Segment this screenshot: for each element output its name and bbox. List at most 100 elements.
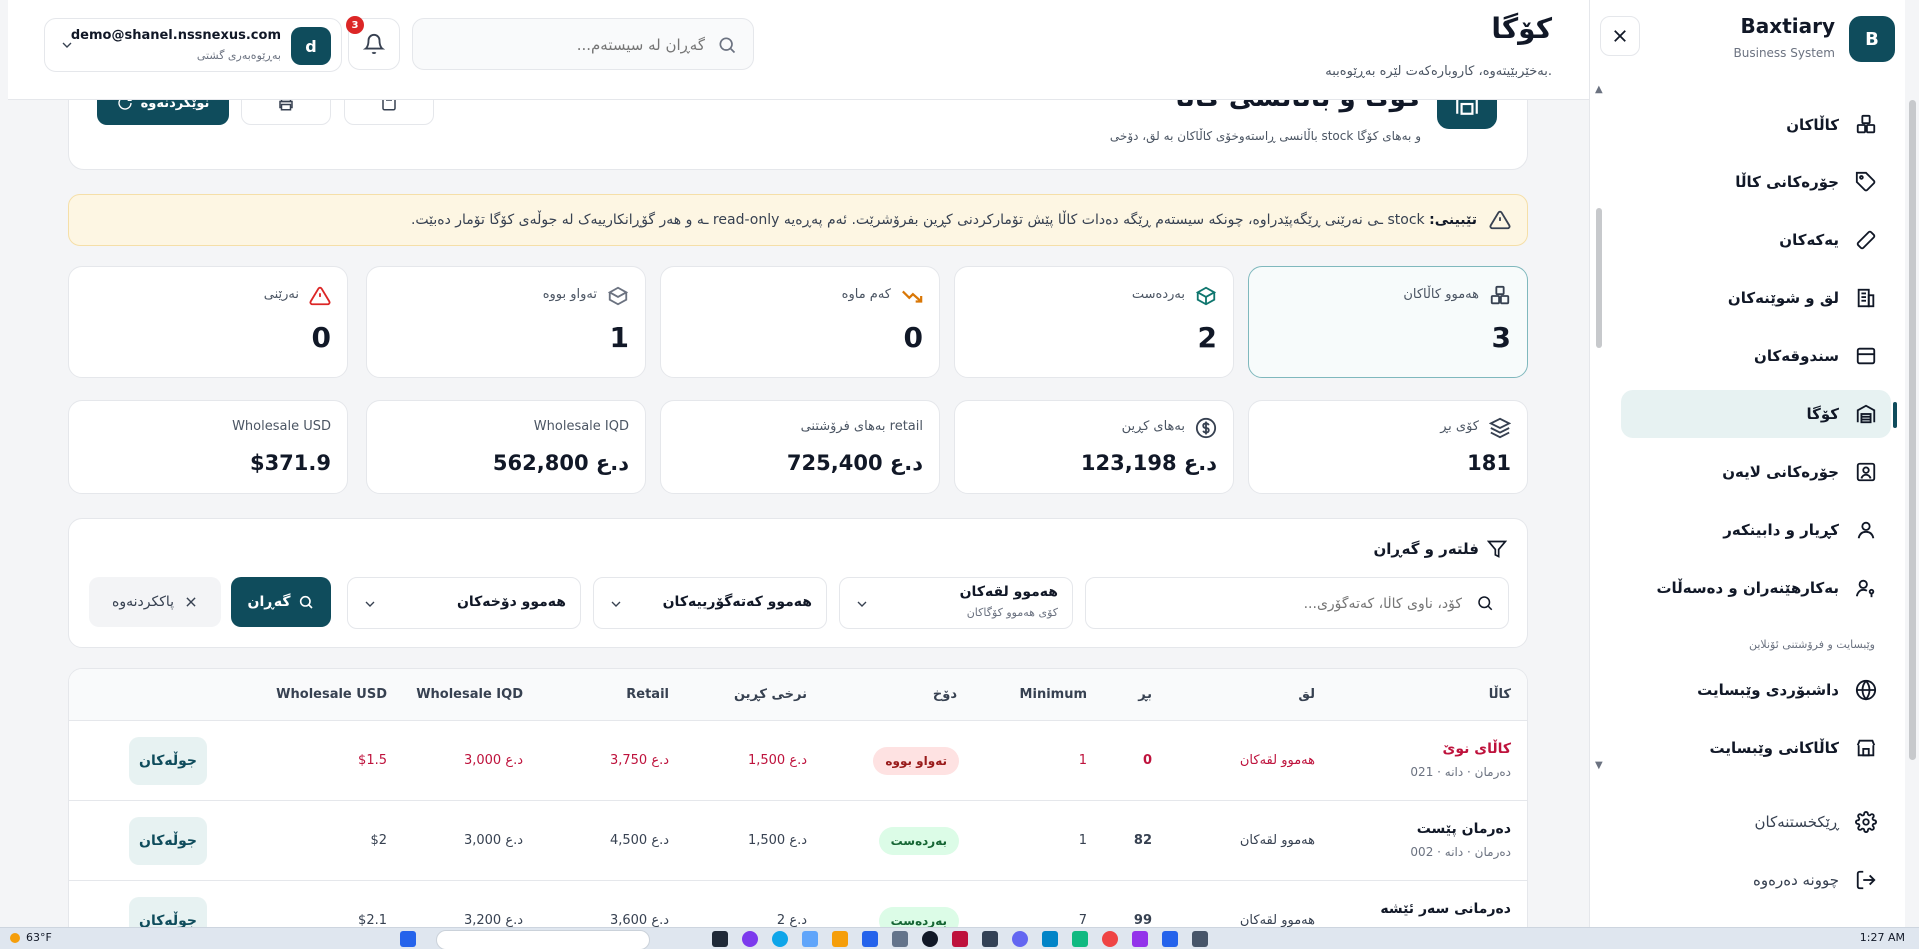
bell-icon bbox=[363, 33, 385, 55]
branch-cell: هەموو لقەکان bbox=[1239, 913, 1315, 928]
movements-button[interactable]: جوڵەکان bbox=[129, 817, 207, 865]
brand-logo: B bbox=[1849, 16, 1895, 62]
retail-cell: 3,750 د.ع bbox=[609, 753, 669, 768]
stat-label: Wholesale USD bbox=[232, 419, 331, 434]
sidebar-scrollbar[interactable]: ▲ ▼ bbox=[1594, 84, 1603, 771]
app-icon[interactable] bbox=[1192, 931, 1208, 947]
category-select-value: هەموو کەتەگۆرییەکان bbox=[662, 594, 812, 610]
taskbar-search[interactable] bbox=[436, 930, 650, 949]
app-icon[interactable] bbox=[892, 931, 908, 947]
product-search-input[interactable] bbox=[1102, 590, 1462, 618]
scroll-up-icon[interactable]: ▲ bbox=[1595, 84, 1603, 95]
stat-card-available[interactable]: بەردەست 2 bbox=[954, 266, 1234, 378]
sidebar-scrollbar-thumb[interactable] bbox=[1596, 208, 1602, 348]
minimum-cell: 1 bbox=[1078, 753, 1087, 768]
main-scrollbar-thumb[interactable] bbox=[1909, 100, 1916, 760]
sidebar-item-units[interactable]: یەکەکان bbox=[1621, 216, 1891, 264]
movements-button[interactable]: جوڵەکان bbox=[129, 737, 207, 785]
stat-card-all-products[interactable]: هەموو کاڵاکان 3 bbox=[1248, 266, 1528, 378]
sidebar-item-label: چوونە دەرەوە bbox=[1753, 871, 1839, 889]
global-search-input[interactable] bbox=[435, 31, 705, 59]
folder-icon[interactable] bbox=[832, 931, 848, 947]
search-button[interactable]: گەڕان bbox=[231, 577, 331, 627]
status-select[interactable]: هەموو دۆخەکان bbox=[347, 577, 581, 629]
windows-start-icon[interactable] bbox=[400, 931, 416, 947]
page-title: کۆگا bbox=[1491, 12, 1552, 45]
weather-widget[interactable]: 63°F bbox=[10, 931, 52, 944]
clock[interactable]: 1:27 AM bbox=[1860, 931, 1905, 944]
warehouse-icon bbox=[1853, 401, 1879, 427]
status-select-value: هەموو دۆخەکان bbox=[456, 594, 566, 610]
qty-cell: 0 bbox=[1142, 753, 1152, 768]
product-meta: 002 · دەرمان · دانە bbox=[1410, 845, 1511, 859]
stat-value: 123,198 د.ع bbox=[1080, 451, 1217, 475]
sidebar-item-label: داشبۆردی وێبسایت bbox=[1697, 681, 1839, 699]
app-icon[interactable] bbox=[952, 931, 968, 947]
app-icon[interactable] bbox=[1042, 931, 1058, 947]
stat-value: 2 bbox=[1197, 321, 1217, 354]
app-icon[interactable] bbox=[922, 931, 938, 947]
stat-label: هەموو کاڵاکان bbox=[1403, 287, 1479, 302]
product-name[interactable]: دەرمان پێست bbox=[1417, 821, 1511, 837]
sidebar-item-website-products[interactable]: کاڵاکانی وێبسایت bbox=[1621, 724, 1891, 772]
sidebar-item-categories[interactable]: جۆرەکانی کاڵا bbox=[1621, 158, 1891, 206]
brand-name: Baxtiary bbox=[1740, 14, 1835, 38]
app-icon[interactable] bbox=[982, 931, 998, 947]
app-icon[interactable] bbox=[1012, 931, 1028, 947]
status-badge: تەواو بووە bbox=[873, 747, 959, 775]
product-name[interactable]: کاڵای نوێ bbox=[1443, 741, 1511, 757]
close-sidebar-button[interactable] bbox=[1600, 16, 1640, 56]
stat-card-negative[interactable]: نەرێنی 0 bbox=[68, 266, 348, 378]
main-scrollbar[interactable] bbox=[1907, 100, 1919, 920]
sidebar-item-users[interactable]: بەکارهێنەران و دەسەڵات bbox=[1621, 564, 1891, 612]
sidebar-item-customers[interactable]: کڕیار و دابینکەر bbox=[1621, 506, 1891, 554]
sidebar-item-cashboxes[interactable]: سندوقەکان bbox=[1621, 332, 1891, 380]
notifications-badge: 3 bbox=[346, 16, 364, 34]
app-icon[interactable] bbox=[802, 931, 818, 947]
app-icon[interactable] bbox=[862, 931, 878, 947]
minimum-cell: 1 bbox=[1078, 833, 1087, 848]
app-icon[interactable] bbox=[712, 931, 728, 947]
sidebar-item-logout[interactable]: چوونە دەرەوە bbox=[1621, 856, 1891, 904]
sidebar-item-party-types[interactable]: جۆرەکانی لایەن bbox=[1621, 448, 1891, 496]
sidebar-item-label: یەکەکان bbox=[1779, 231, 1839, 249]
logout-icon bbox=[1853, 867, 1879, 893]
chevron-down-icon bbox=[362, 596, 378, 612]
sidebar-item-warehouse[interactable]: کۆگا bbox=[1621, 390, 1891, 438]
branch-select-sub: کۆی هەموو کۆگاکان bbox=[966, 606, 1058, 619]
stat-card-out-of-stock[interactable]: تەواو بووە 1 bbox=[366, 266, 646, 378]
sidebar-item-branches[interactable]: لق و شوێنەکان bbox=[1621, 274, 1891, 322]
brand-subtitle: Business System bbox=[1733, 46, 1835, 60]
active-indicator bbox=[1893, 402, 1897, 428]
product-name[interactable]: دەرمانی سەر ئێشە bbox=[1380, 901, 1511, 917]
branch-select[interactable]: هەموو لقەکان کۆی هەموو کۆگاکان bbox=[839, 577, 1073, 629]
alert-triangle-icon bbox=[309, 285, 331, 307]
sidebar-item-website-dashboard[interactable]: داشبۆردی وێبسایت bbox=[1621, 666, 1891, 714]
col-header-wholesale-iqd: Wholesale IQD bbox=[416, 687, 523, 702]
ruler-icon bbox=[1853, 227, 1879, 253]
reset-button[interactable]: پاککردنەوە bbox=[89, 577, 221, 627]
global-search[interactable] bbox=[412, 18, 754, 70]
wholesale-usd-cell: $2 bbox=[370, 833, 387, 848]
stat-card-retail-value: بەهای فرۆشتنی retail 725,400 د.ع bbox=[660, 400, 940, 494]
sidebar-item-products[interactable]: کاڵاکان bbox=[1621, 101, 1891, 149]
scroll-down-icon[interactable]: ▼ bbox=[1595, 760, 1603, 771]
chrome-icon[interactable] bbox=[1102, 931, 1118, 947]
retail-cell: 4,500 د.ع bbox=[609, 833, 669, 848]
app-icon[interactable] bbox=[1072, 931, 1088, 947]
users-key-icon bbox=[1853, 575, 1879, 601]
info-notice: تێبینی: stock ـی نەرێنی ڕێگەپێدراوە، چون… bbox=[68, 194, 1528, 246]
product-search[interactable] bbox=[1085, 577, 1509, 629]
qty-cell: 99 bbox=[1133, 913, 1152, 928]
cost-cell: 1,500 د.ع bbox=[747, 833, 807, 848]
app-icon[interactable] bbox=[742, 931, 758, 947]
os-taskbar: 63°F 1:27 AM bbox=[0, 927, 1919, 949]
app-icon[interactable] bbox=[1132, 931, 1148, 947]
category-select[interactable]: هەموو کەتەگۆرییەکان bbox=[593, 577, 827, 629]
user-menu[interactable]: d demo@shanel.nssnexus.com بەڕێوەبەری گش… bbox=[44, 18, 342, 72]
col-header-product: کاڵا bbox=[1488, 687, 1511, 702]
sidebar-item-settings[interactable]: ڕێکخستنەکان bbox=[1621, 798, 1891, 846]
vscode-icon[interactable] bbox=[1162, 931, 1178, 947]
stat-card-low-stock[interactable]: کەم ماوە 0 bbox=[660, 266, 940, 378]
app-icon[interactable] bbox=[772, 931, 788, 947]
